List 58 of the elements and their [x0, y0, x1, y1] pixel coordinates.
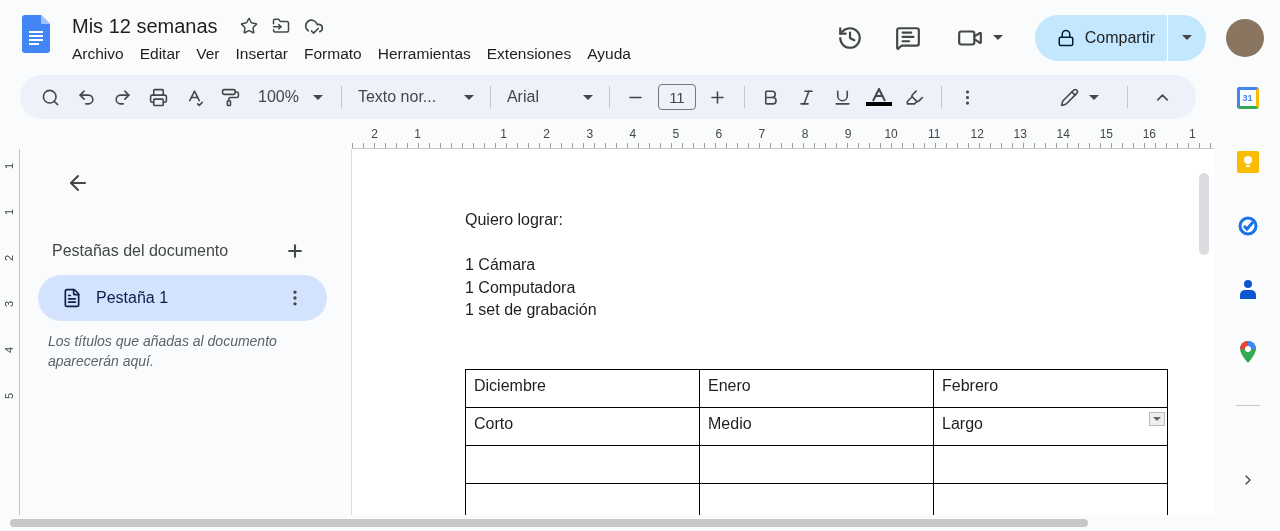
person-icon[interactable] — [1238, 279, 1257, 299]
vertical-scrollbar[interactable] — [1199, 173, 1209, 255]
table-cell: Largo — [942, 414, 983, 432]
font-size-field[interactable]: 11 — [657, 84, 696, 110]
ruler-number: 1 — [2, 208, 17, 216]
menu-item[interactable]: Insertar — [229, 42, 294, 65]
style-dropdown[interactable]: Texto nor... — [353, 85, 478, 109]
lock-icon — [1056, 28, 1075, 47]
share-button[interactable]: Compartir — [1034, 14, 1168, 61]
document-paragraph: 1 set de grabación — [465, 300, 598, 320]
document-paragraph: 1 Cámara — [465, 255, 537, 275]
ruler-number: 5 — [2, 392, 17, 400]
calendar-day: 31 — [1242, 93, 1253, 103]
docs-logo-icon[interactable] — [22, 14, 50, 53]
tasks-icon[interactable] — [1236, 215, 1259, 237]
sidebar-heading: Pestañas del documento — [52, 241, 229, 261]
document-paragraph: 1 Computadora — [465, 277, 577, 298]
comment-icon[interactable] — [894, 24, 921, 51]
ruler-number: 3 — [2, 300, 17, 308]
table-cell: Corto — [474, 414, 514, 432]
ruler-number: 2 — [2, 254, 17, 262]
add-tab-icon[interactable] — [285, 241, 305, 261]
font-dropdown[interactable]: Arial — [502, 85, 597, 109]
document-tab[interactable]: Pestaña 1 — [38, 275, 327, 321]
dropdown-caret-icon[interactable] — [1149, 411, 1165, 426]
table-cell: Medio — [708, 414, 752, 432]
menu-item[interactable]: Extensiones — [480, 42, 578, 65]
sidebar-hint: Los títulos que añadas al documento aparecerán aquí. — [48, 332, 278, 371]
ruler-number: 1 — [2, 162, 17, 170]
table-cell: Enero — [708, 376, 751, 394]
map-pin-icon[interactable] — [1239, 341, 1256, 363]
avatar[interactable] — [1226, 18, 1264, 57]
table-cell: Diciembre — [474, 376, 546, 394]
caret-icon — [1089, 94, 1099, 100]
menu-item[interactable]: Herramientas — [371, 42, 477, 65]
history-icon[interactable] — [836, 24, 863, 51]
ruler-number: 4 — [2, 346, 17, 354]
menu-item[interactable]: Ver — [190, 42, 226, 65]
zoom-dropdown[interactable]: 100% — [252, 85, 329, 109]
caret-icon — [992, 35, 1003, 40]
table-cell: Febrero — [942, 376, 999, 394]
menu-item[interactable]: Archivo — [66, 42, 130, 65]
caret-icon — [1182, 35, 1192, 40]
move-folder-icon[interactable] — [271, 16, 290, 35]
star-icon[interactable] — [239, 16, 258, 35]
menu-item[interactable]: Formato — [298, 42, 368, 65]
calendar-icon[interactable]: 31 — [1236, 87, 1259, 109]
document-title[interactable]: Mis 12 semanas — [72, 10, 226, 41]
horizontal-scrollbar[interactable] — [10, 519, 1088, 527]
tab-label: Pestaña 1 — [96, 288, 170, 308]
caret-icon — [463, 94, 474, 100]
menu-item[interactable]: Ayuda — [581, 42, 637, 65]
caret-icon — [312, 94, 323, 100]
menu-item[interactable]: Editar — [133, 42, 187, 65]
document-icon — [62, 288, 82, 308]
caret-icon — [582, 94, 593, 100]
document-paragraph: Quiero lograr: — [465, 210, 564, 230]
pencil-icon — [1060, 87, 1079, 107]
